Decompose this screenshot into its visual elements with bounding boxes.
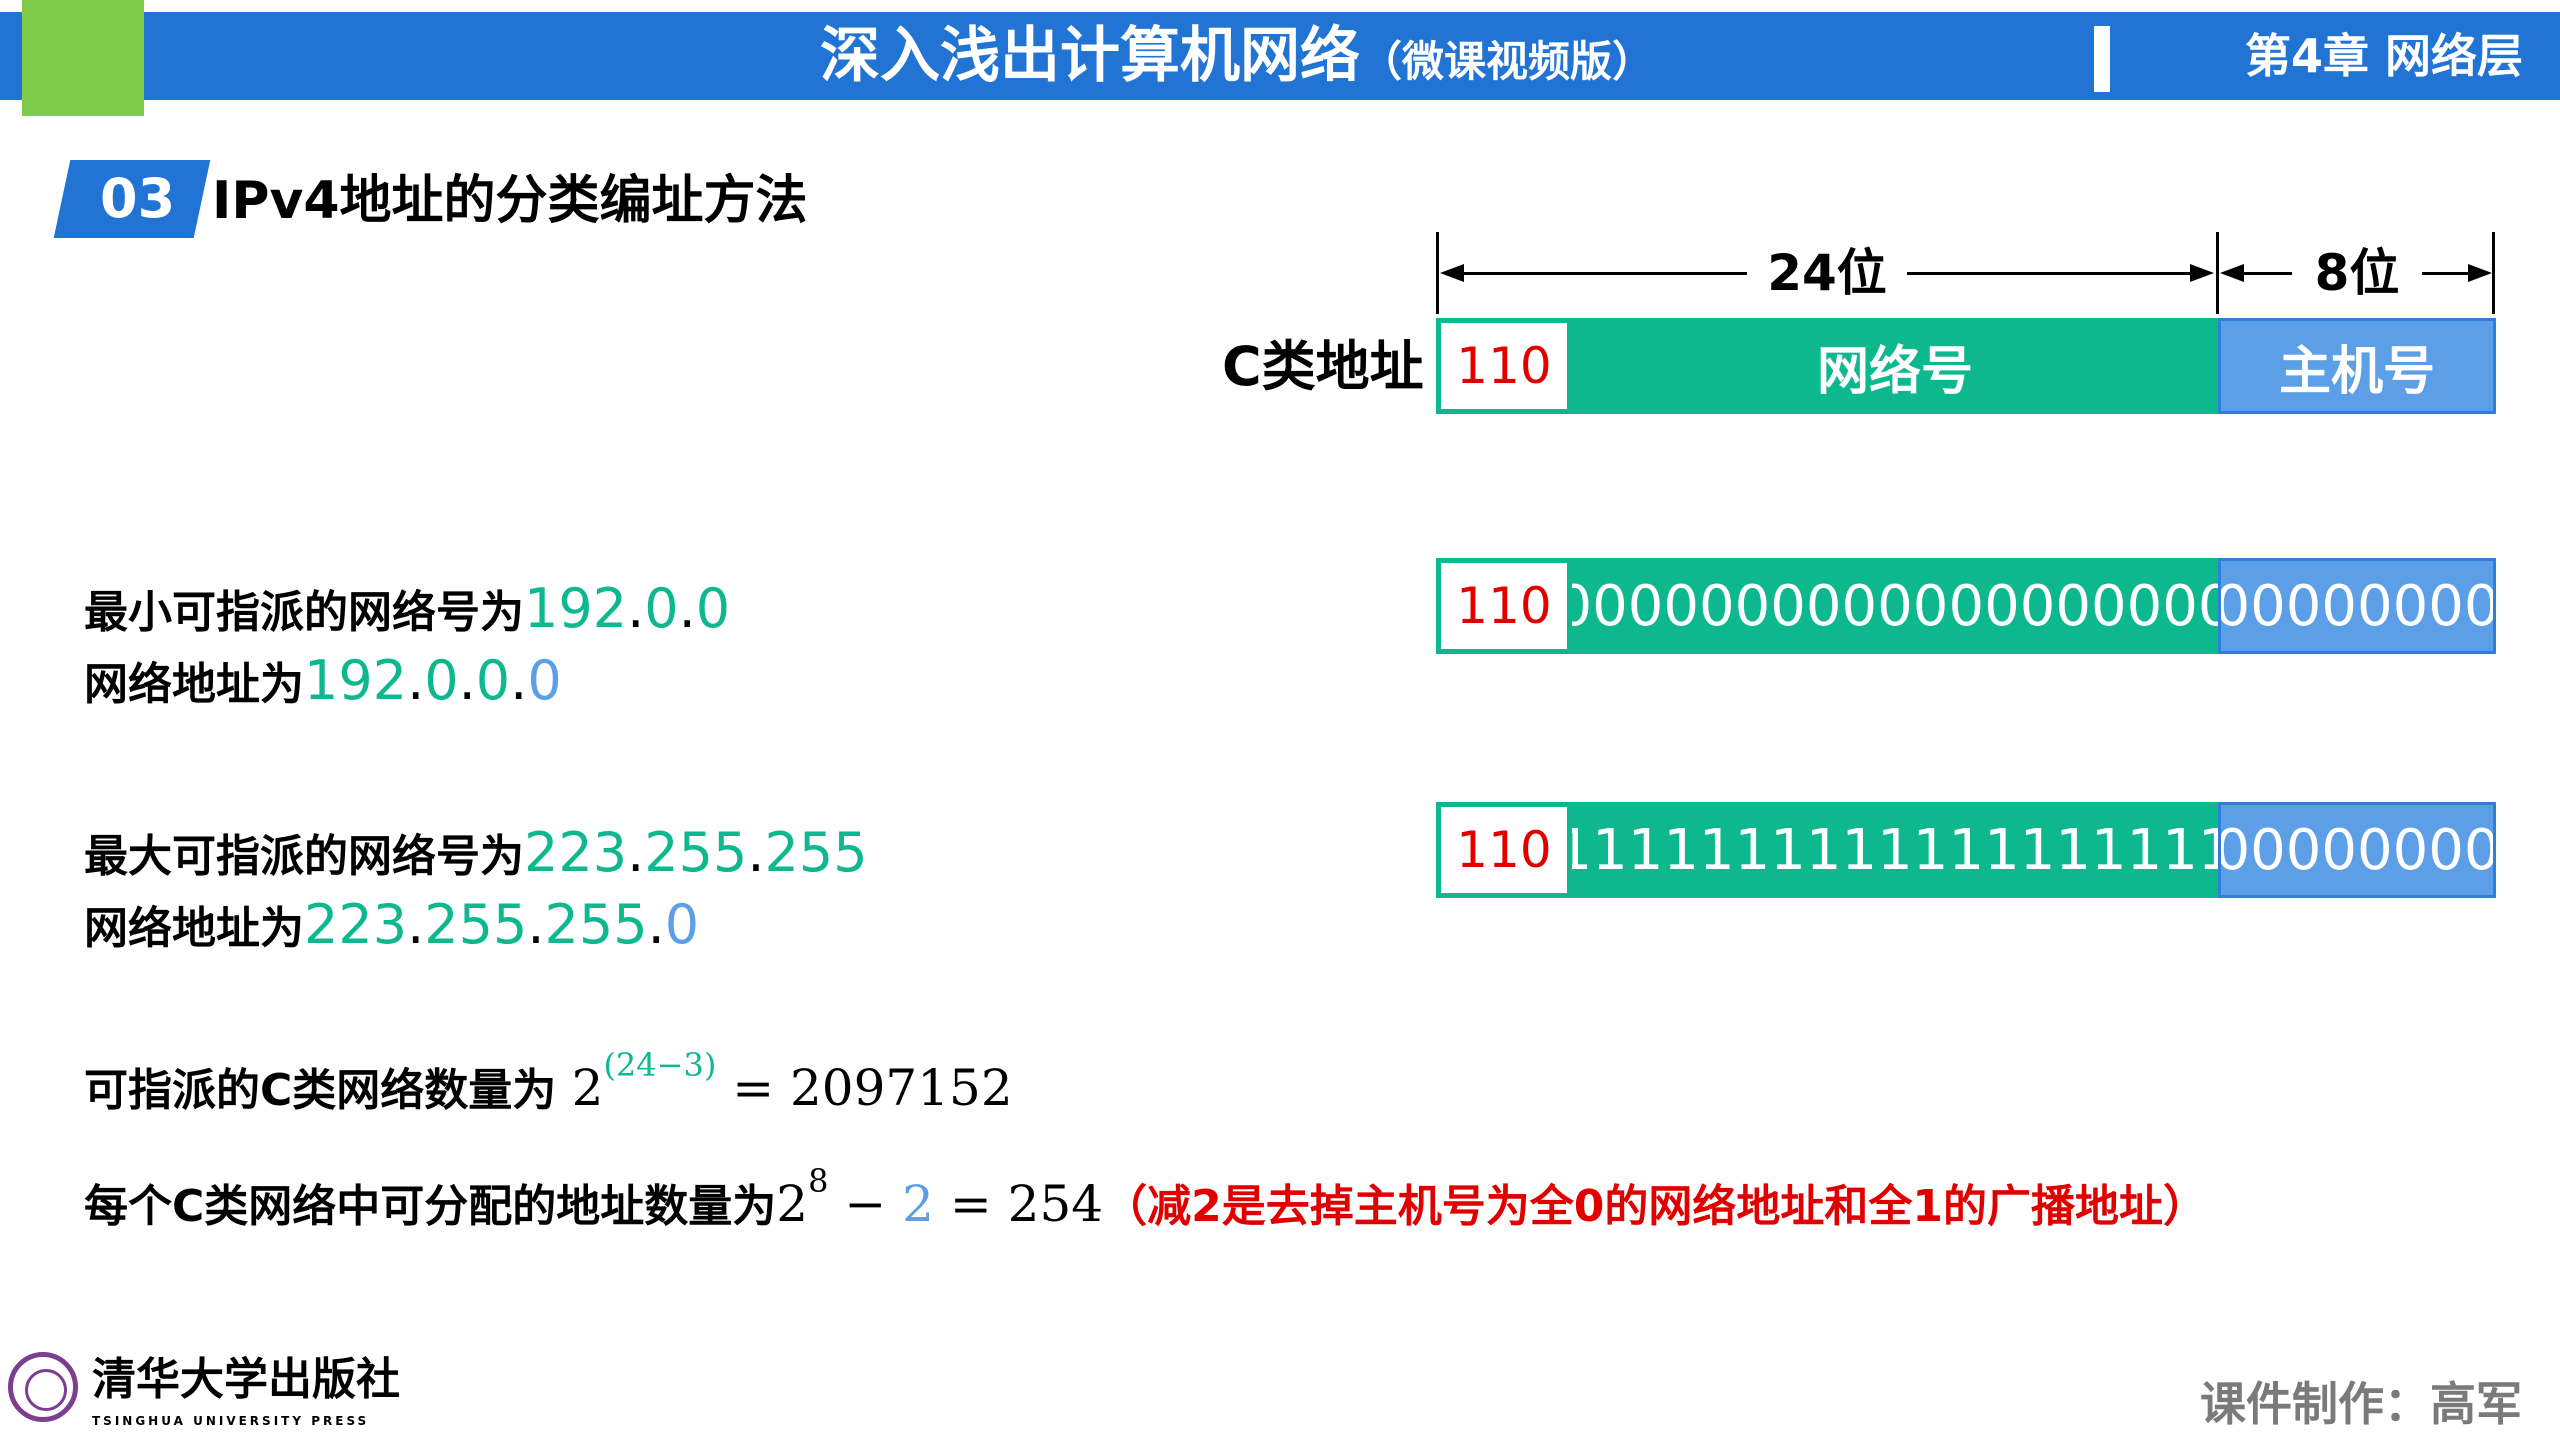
- max-addr-octet3: 255: [544, 893, 648, 956]
- min-host-bits: 00000000: [2218, 558, 2496, 654]
- dim-tick-right: [2492, 232, 2495, 314]
- min-addr-octet2: 0: [424, 649, 459, 712]
- host-count-expression: 28 − 2 = 254: [776, 1162, 1104, 1233]
- network-count-formula: 可指派的C类网络数量为 2(24−3) = 2097152: [84, 1046, 1013, 1118]
- host-count-minus: −: [844, 1175, 903, 1233]
- min-network-number-label: 最小可指派的网络号为: [84, 587, 524, 638]
- max-network-address-label: 网络地址为: [84, 903, 304, 954]
- max-net-octet2: 255: [644, 821, 748, 884]
- min-prefix: 110: [1436, 558, 1572, 654]
- network-count-base: 2: [571, 1059, 604, 1117]
- dim-8-arrow-right: [2468, 264, 2492, 282]
- max-network-bits: 111111111111111111111: [1572, 802, 2218, 898]
- host-count-label: 每个C类网络中可分配的地址数量为: [84, 1181, 777, 1232]
- university-seal-icon: [8, 1352, 78, 1422]
- publisher-logo: 清华大学出版社 TSINGHUA UNIVERSITY PRESS: [8, 1352, 400, 1434]
- host-part: 主机号: [2218, 318, 2496, 414]
- class-c-structure: 110 网络号 主机号: [1436, 318, 2496, 414]
- host-count-base: 2: [776, 1175, 809, 1233]
- min-network-number-line: 最小可指派的网络号为192.0.0: [84, 577, 731, 640]
- min-network-address-line: 网络地址为192.0.0.0: [84, 649, 562, 712]
- publisher-name-cn: 清华大学出版社: [92, 1354, 400, 1405]
- course-title-text: 深入浅出计算机网络: [820, 21, 1360, 91]
- min-net-octet3: 0: [695, 577, 731, 640]
- section-title: IPv4地址的分类编址方法: [212, 171, 808, 231]
- course-title: 深入浅出计算机网络（微课视频版）: [820, 12, 1654, 100]
- max-host-bits: 00000000: [2218, 802, 2496, 898]
- dim-24-line-right: [1907, 272, 2192, 275]
- dim-24-label: 24位: [1767, 244, 1887, 302]
- network-count-exponent: (24−3): [603, 1046, 717, 1084]
- max-addr-octet2: 255: [424, 893, 528, 956]
- dim-tick-mid: [2216, 232, 2219, 314]
- max-prefix: 110: [1436, 802, 1572, 898]
- network-part: 网络号: [1572, 318, 2218, 414]
- network-count-label: 可指派的C类网络数量为: [84, 1065, 557, 1116]
- network-count-result: = 2097152: [732, 1059, 1013, 1117]
- publisher-name-en: TSINGHUA UNIVERSITY PRESS: [92, 1414, 370, 1428]
- min-network-address-label: 网络地址为: [84, 659, 304, 710]
- dim-24-arrow-right: [2190, 264, 2214, 282]
- section-number: 03: [100, 167, 176, 230]
- dim-24-arrow-left: [1440, 264, 1464, 282]
- max-address-bits: 110 111111111111111111111 00000000: [1436, 802, 2496, 898]
- dim-8-arrow-left: [2220, 264, 2244, 282]
- min-network-bits: 000000000000000000000: [1572, 558, 2218, 654]
- host-count-formula: 每个C类网络中可分配的地址数量为28 − 2 = 254（减2是去掉主机号为全0…: [84, 1162, 2207, 1234]
- course-subtitle: （微课视频版）: [1360, 37, 1655, 86]
- max-network-number-label: 最大可指派的网络号为: [84, 831, 524, 882]
- max-net-octet3: 255: [764, 821, 868, 884]
- max-net-octet1: 223: [524, 821, 628, 884]
- min-addr-octet3: 0: [475, 649, 511, 712]
- dim-8-line-right: [2422, 272, 2470, 275]
- network-count-expression: 2(24−3) = 2097152: [571, 1046, 1013, 1117]
- min-addr-octet4: 0: [527, 649, 562, 712]
- host-count-note: （减2是去掉主机号为全0的网络地址和全1的广播地址）: [1103, 1181, 2207, 1232]
- min-net-octet2: 0: [644, 577, 679, 640]
- max-network-number-line: 最大可指派的网络号为223.255.255: [84, 821, 868, 884]
- max-addr-octet1: 223: [304, 893, 408, 956]
- dim-8-line-left: [2242, 272, 2292, 275]
- class-c-label: C类地址: [1222, 335, 1424, 398]
- host-count-result: = 254: [933, 1175, 1104, 1233]
- header-accent-block: [22, 0, 144, 116]
- class-c-prefix: 110: [1436, 318, 1572, 414]
- dim-8-label: 8位: [2314, 244, 2400, 302]
- dim-tick-left: [1436, 232, 1439, 314]
- author-credit: 课件制作：高军: [2200, 1377, 2522, 1431]
- header-divider: [2094, 26, 2110, 92]
- host-count-exponent: 8: [808, 1162, 829, 1200]
- min-addr-octet1: 192: [304, 649, 408, 712]
- dim-24-line-left: [1462, 272, 1747, 275]
- chapter-title: 第4章 网络层: [2245, 29, 2524, 83]
- min-address-bits: 110 000000000000000000000 00000000: [1436, 558, 2496, 654]
- max-addr-octet4: 0: [664, 893, 700, 956]
- max-network-address-line: 网络地址为223.255.255.0: [84, 893, 700, 956]
- host-count-subtract: 2: [902, 1175, 934, 1233]
- min-net-octet1: 192: [524, 577, 628, 640]
